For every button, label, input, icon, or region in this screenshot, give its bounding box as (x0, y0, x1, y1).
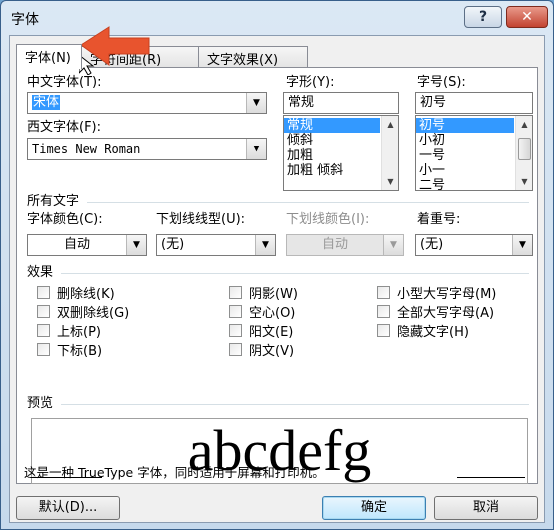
chevron-down-icon[interactable]: ▼ (512, 235, 532, 255)
font-style-label: 字形(Y): (286, 75, 335, 90)
cancel-button[interactable]: 取消 (434, 496, 538, 520)
underline-style-label: 下划线线型(U): (156, 212, 246, 227)
list-item[interactable]: 常规 (284, 118, 380, 133)
western-font-label: 西文字体(F): (27, 120, 102, 135)
chevron-down-icon[interactable]: ▼ (246, 139, 266, 159)
chinese-font-label: 中文字体(T): (27, 75, 102, 90)
checkbox-box[interactable] (229, 286, 242, 299)
checkbox-box[interactable] (377, 286, 390, 299)
scroll-up-icon[interactable]: ▲ (383, 117, 398, 132)
chinese-font-value: 宋体 (32, 95, 61, 110)
checkbox-box[interactable] (377, 324, 390, 337)
emphasis-mark-label: 着重号: (417, 212, 461, 227)
checkbox-label: 阳文(E) (249, 325, 294, 340)
dialog-title: 字体 (11, 12, 39, 28)
checkbox-box[interactable] (229, 305, 242, 318)
checkbox-label: 全部大写字母(A) (397, 306, 495, 321)
checkbox-box[interactable] (37, 343, 50, 356)
hidden-text-checkbox[interactable]: 隐藏文字(H) (377, 321, 469, 340)
scroll-down-icon[interactable]: ▼ (383, 174, 398, 189)
chevron-down-icon[interactable]: ▼ (126, 235, 146, 255)
checkbox-label: 阴文(V) (249, 344, 295, 359)
font-size-list[interactable]: 初号 小初 一号 小一 二号 ▲ ▼ (415, 115, 533, 191)
font-size-input[interactable]: 初号 (415, 92, 533, 114)
preview-group-label: 预览 (27, 396, 54, 411)
chevron-down-icon: ▼ (383, 235, 403, 255)
scroll-thumb[interactable] (518, 138, 531, 160)
emphasis-mark-value: (无) (420, 237, 444, 252)
font-size-label: 字号(S): (417, 75, 466, 90)
font-dialog: 字体 ? ✕ 字体(N) 字符间距(R) 文字效果(X) 中文字体(T): 宋体… (0, 0, 554, 530)
scroll-up-icon[interactable]: ▲ (517, 117, 532, 132)
emboss-checkbox[interactable]: 阳文(E) (229, 321, 293, 340)
default-button[interactable]: 默认(D)... (16, 496, 120, 520)
checkbox-box[interactable] (37, 324, 50, 337)
checkbox-box[interactable] (37, 286, 50, 299)
scrollbar[interactable]: ▲ ▼ (381, 116, 398, 190)
font-tab-panel: 中文字体(T): 宋体 ▼ 西文字体(F): Times New Roman ▼… (16, 67, 538, 484)
all-caps-checkbox[interactable]: 全部大写字母(A) (377, 302, 494, 321)
checkbox-box[interactable] (377, 305, 390, 318)
ok-button[interactable]: 确定 (322, 496, 426, 520)
underline-style-value: (无) (161, 237, 185, 252)
underline-style-combo[interactable]: (无) ▼ (156, 234, 276, 256)
chevron-down-icon[interactable]: ▼ (255, 235, 275, 255)
engrave-checkbox[interactable]: 阴文(V) (229, 340, 294, 359)
help-button[interactable]: ? (464, 6, 502, 28)
font-style-list[interactable]: 常规 倾斜 加粗 加粗 倾斜 ▲ ▼ (283, 115, 399, 191)
group-divider (61, 404, 529, 405)
list-item[interactable]: 初号 (416, 118, 514, 133)
baseline-right (457, 477, 525, 478)
checkbox-box[interactable] (229, 324, 242, 337)
emphasis-mark-combo[interactable]: (无) ▼ (415, 234, 533, 256)
checkbox-label: 小型大写字母(M) (397, 287, 497, 302)
shadow-checkbox[interactable]: 阴影(W) (229, 283, 298, 302)
group-divider (87, 202, 529, 203)
group-divider (61, 273, 529, 274)
font-style-input[interactable]: 常规 (283, 92, 399, 114)
superscript-checkbox[interactable]: 上标(P) (37, 321, 101, 340)
checkbox-label: 隐藏文字(H) (397, 325, 469, 340)
chinese-font-combo[interactable]: 宋体 ▼ (27, 92, 267, 114)
font-color-combo[interactable]: 自动 ▼ (27, 234, 147, 256)
dialog-body: 字体(N) 字符间距(R) 文字效果(X) 中文字体(T): 宋体 ▼ 西文字体… (9, 35, 545, 523)
scrollbar[interactable]: ▲ ▼ (515, 116, 532, 190)
western-font-combo[interactable]: Times New Roman ▼ (27, 138, 267, 160)
all-text-group-label: 所有文字 (27, 194, 80, 209)
checkbox-label: 阴影(W) (249, 287, 298, 302)
outline-checkbox[interactable]: 空心(O) (229, 302, 295, 321)
subscript-checkbox[interactable]: 下标(B) (37, 340, 102, 359)
close-button[interactable]: ✕ (506, 6, 548, 28)
western-font-value: Times New Roman (32, 142, 141, 156)
double-strikethrough-checkbox[interactable]: 双删除线(G) (37, 302, 129, 321)
tab-text-effects[interactable]: 文字效果(X) (198, 46, 308, 68)
checkbox-label: 删除线(K) (57, 287, 115, 302)
checkbox-box[interactable] (37, 305, 50, 318)
checkbox-label: 下标(B) (57, 344, 103, 359)
preview-description: 这是一种 TrueType 字体，同时适用于屏幕和打印机。 (24, 465, 325, 480)
checkbox-label: 上标(P) (57, 325, 101, 340)
scroll-down-icon[interactable]: ▼ (517, 174, 532, 189)
small-caps-checkbox[interactable]: 小型大写字母(M) (377, 283, 496, 302)
effects-group-label: 效果 (27, 265, 54, 280)
checkbox-label: 双删除线(G) (57, 306, 130, 321)
underline-color-combo: 自动 ▼ (286, 234, 404, 256)
font-color-label: 字体颜色(C): (27, 212, 103, 227)
underline-color-label: 下划线颜色(I): (286, 212, 370, 227)
strikethrough-checkbox[interactable]: 删除线(K) (37, 283, 115, 302)
chevron-down-icon[interactable]: ▼ (246, 93, 266, 113)
checkbox-box[interactable] (229, 343, 242, 356)
annotation-arrow-icon (79, 26, 150, 75)
checkbox-label: 空心(O) (249, 306, 296, 321)
tab-font[interactable]: 字体(N) (16, 44, 82, 69)
